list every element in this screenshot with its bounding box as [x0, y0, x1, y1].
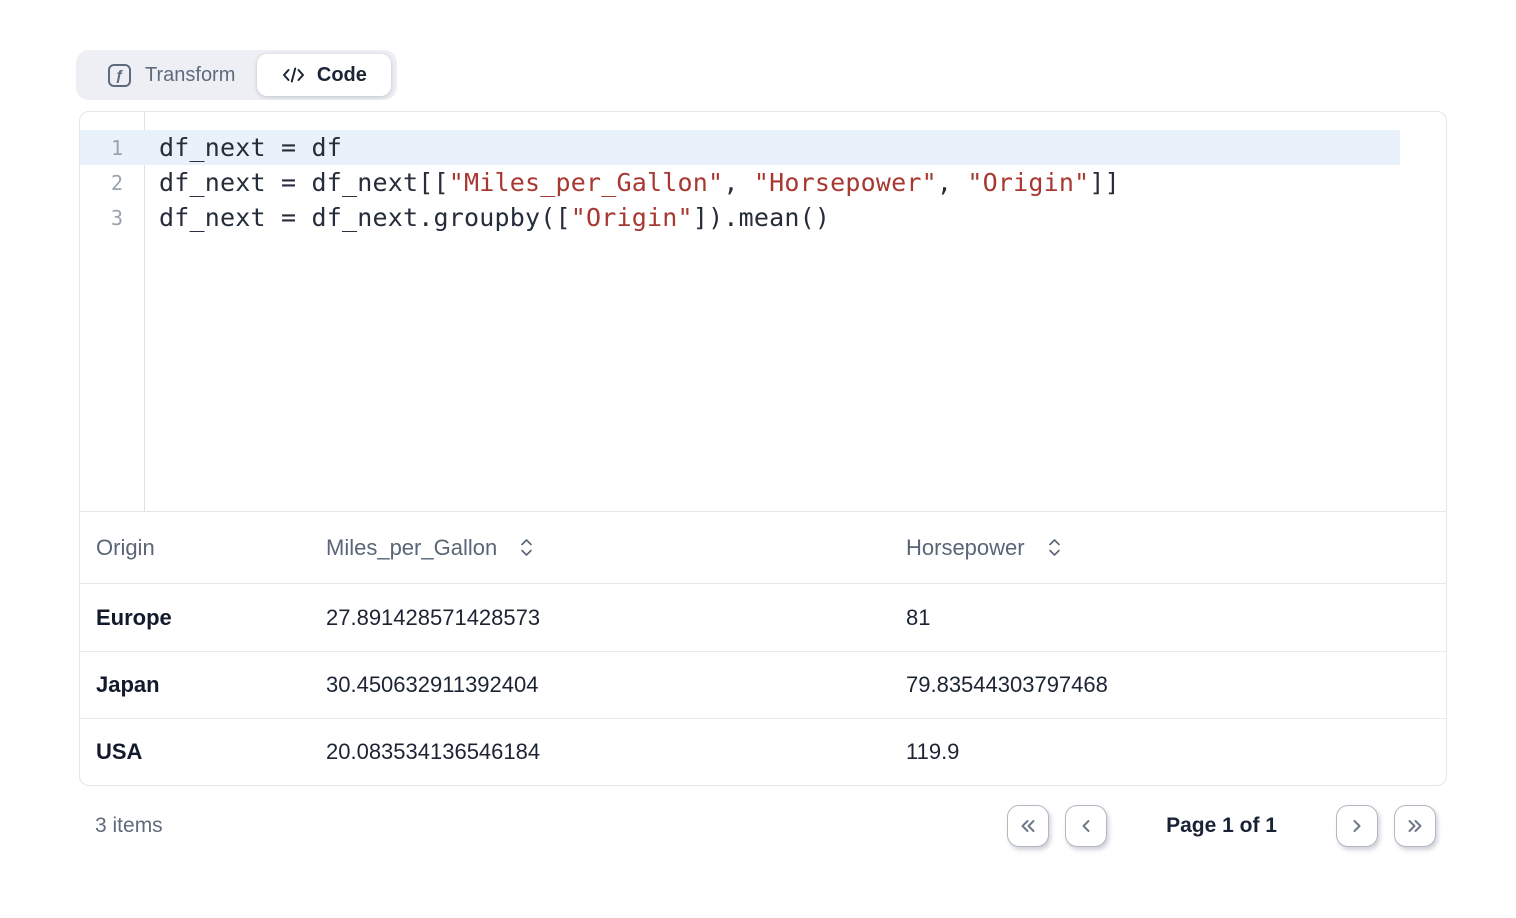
- code-segment: ,: [723, 168, 754, 197]
- line-number: 1: [80, 136, 145, 160]
- items-count: 3 items: [95, 814, 163, 838]
- table-row: Japan 30.450632911392404 79.835443037974…: [80, 651, 1446, 718]
- column-header-origin: Origin: [80, 535, 326, 561]
- prev-page-button[interactable]: [1065, 805, 1107, 847]
- code-segment: df_next = df_next[[: [159, 168, 449, 197]
- chevron-right-icon: [1349, 818, 1365, 834]
- table-row: Europe 27.891428571428573 81: [80, 584, 1446, 651]
- next-page-button[interactable]: [1336, 805, 1378, 847]
- tab-code[interactable]: Code: [257, 54, 391, 96]
- cell-horsepower: 79.83544303797468: [906, 672, 1446, 698]
- cell-origin: Europe: [80, 605, 326, 631]
- code-icon: [282, 66, 305, 84]
- cell-miles-per-gallon: 27.891428571428573: [326, 605, 906, 631]
- tab-transform-label: Transform: [145, 64, 235, 87]
- code-editor[interactable]: 1 df_next = df 2 df_next = df_next[["Mil…: [80, 112, 1446, 512]
- column-header-label: Miles_per_Gallon: [326, 535, 497, 561]
- line-number: 3: [80, 206, 145, 230]
- code-lines: 1 df_next = df 2 df_next = df_next[["Mil…: [80, 112, 1400, 235]
- string-segment: "Horsepower": [754, 168, 937, 197]
- cell-origin: Japan: [80, 672, 326, 698]
- code-segment: ,: [937, 168, 968, 197]
- first-page-button[interactable]: [1007, 805, 1049, 847]
- code-text: df_next = df_next.groupby(["Origin"]).me…: [145, 203, 830, 232]
- string-segment: "Origin": [571, 203, 693, 232]
- column-header-horsepower[interactable]: Horsepower: [906, 535, 1446, 561]
- code-text: df_next = df: [145, 133, 342, 162]
- string-segment: "Origin": [967, 168, 1089, 197]
- code-segment: ]).mean(): [693, 203, 830, 232]
- double-chevron-left-icon: [1020, 818, 1036, 834]
- cell-origin: USA: [80, 739, 326, 765]
- chevron-left-icon: [1078, 818, 1094, 834]
- code-line-1[interactable]: 1 df_next = df: [80, 130, 1400, 165]
- tab-transform[interactable]: ƒ Transform: [76, 64, 257, 87]
- code-text: df_next = df_next[["Miles_per_Gallon", "…: [145, 168, 1120, 197]
- code-line-2[interactable]: 2 df_next = df_next[["Miles_per_Gallon",…: [80, 165, 1400, 200]
- pagination: Page 1 of 1: [1007, 805, 1436, 847]
- code-line-3[interactable]: 3 df_next = df_next.groupby(["Origin"]).…: [80, 200, 1400, 235]
- code-segment: df_next = df_next.groupby([: [159, 203, 571, 232]
- function-icon: ƒ: [108, 64, 131, 87]
- transform-panel: 1 df_next = df 2 df_next = df_next[["Mil…: [79, 111, 1447, 786]
- column-header-label: Origin: [96, 535, 155, 560]
- code-segment: ]]: [1089, 168, 1120, 197]
- page-label: Page 1 of 1: [1166, 814, 1277, 838]
- tab-code-label: Code: [317, 64, 367, 87]
- column-header-miles-per-gallon[interactable]: Miles_per_Gallon: [326, 535, 906, 561]
- table-row: USA 20.083534136546184 119.9: [80, 718, 1446, 785]
- cell-horsepower: 81: [906, 605, 1446, 631]
- column-header-label: Horsepower: [906, 535, 1025, 561]
- sort-updown-icon: [519, 538, 534, 557]
- double-chevron-right-icon: [1407, 818, 1423, 834]
- cell-horsepower: 119.9: [906, 739, 1446, 765]
- sort-updown-icon: [1047, 538, 1062, 557]
- table-header-row: Origin Miles_per_Gallon Horsepower: [80, 512, 1446, 584]
- cell-miles-per-gallon: 30.450632911392404: [326, 672, 906, 698]
- table-footer: 3 items Page 1 of 1: [95, 804, 1436, 848]
- view-toggle: ƒ Transform Code: [76, 50, 397, 100]
- line-number: 2: [80, 171, 145, 195]
- code-segment: df_next = df: [159, 133, 342, 162]
- cell-miles-per-gallon: 20.083534136546184: [326, 739, 906, 765]
- string-segment: "Miles_per_Gallon": [449, 168, 724, 197]
- last-page-button[interactable]: [1394, 805, 1436, 847]
